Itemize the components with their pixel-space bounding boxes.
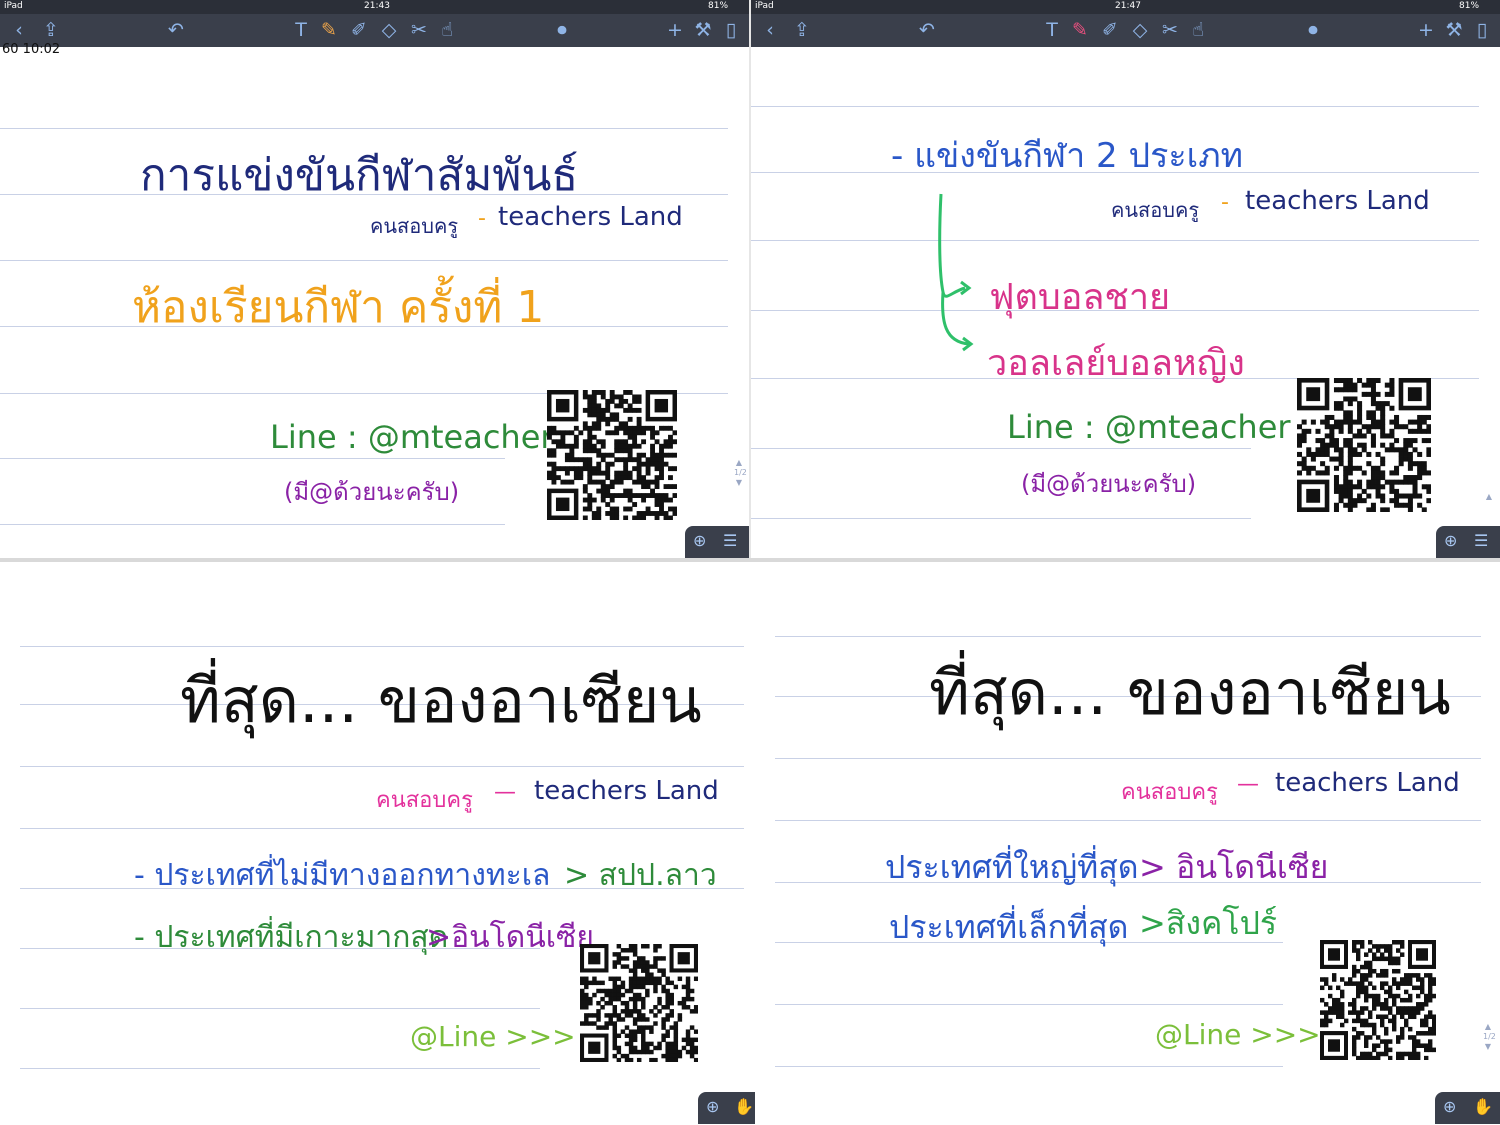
fact-2-answer: >อินโดนีเซีย — [426, 920, 594, 955]
credit-dash: - — [478, 206, 486, 231]
credit-thai: คนสอบครู — [370, 214, 459, 238]
pencil-icon[interactable]: ✎ — [316, 17, 342, 43]
credit-thai: คนสอบครู — [1111, 198, 1200, 222]
qr-code — [547, 390, 677, 520]
eraser-icon[interactable]: ◇ — [376, 17, 402, 43]
hand-icon[interactable]: ✋ — [734, 1097, 754, 1116]
lasso-icon[interactable]: ✂ — [1157, 17, 1183, 43]
undo-icon[interactable]: ↶ — [914, 17, 940, 43]
text-tool-icon[interactable]: T — [1039, 17, 1065, 43]
fact-1-answer: > สปป.ลาว — [564, 858, 717, 893]
text-tool-icon[interactable]: T — [288, 17, 314, 43]
item-1: ฟุตบอลชาย — [989, 277, 1171, 318]
credit-thai: คนสอบครู — [376, 788, 473, 813]
zoom-in-icon[interactable]: ⊕ — [706, 1097, 719, 1116]
page-indicator[interactable]: ▲ 1/2 ▼ — [1483, 1022, 1496, 1052]
status-bar: iPad 21:47 81% — [751, 0, 1500, 14]
zoom-hand-button[interactable]: ⊕ ✋ — [698, 1092, 755, 1124]
zoom-in-icon[interactable]: ⊕ — [1444, 531, 1457, 550]
wrench-icon[interactable]: ⚒ — [690, 17, 716, 43]
mic-icon[interactable]: ⏺ — [1300, 17, 1326, 43]
note-panel-4: ที่สุด... ของอาเซียน คนสอบครู — teachers… — [757, 562, 1500, 1125]
pages-icon[interactable]: ▯ — [1469, 17, 1495, 43]
clock: 21:43 — [364, 1, 390, 11]
item-2: วอลเลย์บอลหญิง — [987, 343, 1245, 384]
zoom-in-icon[interactable]: ⊕ — [693, 531, 706, 550]
qr-code — [1320, 940, 1436, 1060]
panel-divider — [749, 0, 751, 558]
fact-2-label: - ประเทศที่มีเกาะมากสุด — [134, 920, 449, 955]
page-title: การแข่งขันกีฬาสัมพันธ์ — [140, 150, 579, 201]
credit-dash: - — [1221, 190, 1229, 215]
status-bar: iPad 21:43 81% — [0, 0, 749, 14]
share-icon[interactable]: ⇪ — [789, 17, 815, 43]
toolbar: ‹ ⇪ ↶ T ✎ ✐ ◇ ✂ ☝ ⏺ + ⚒ ▯ — [751, 14, 1500, 47]
page-title: ที่สุด... ของอาเซียน — [929, 656, 1451, 729]
heading: - แข่งขันกีฬา 2 ประเภท — [891, 136, 1244, 176]
pen-icon[interactable]: ✎ — [1067, 17, 1093, 43]
page-indicator[interactable]: ▲ — [1484, 492, 1494, 502]
page-title: ที่สุด... ของอาเซียน — [180, 664, 702, 737]
undo-icon[interactable]: ↶ — [163, 17, 189, 43]
zoom-hand-button[interactable]: ⊕ ✋ — [1435, 1092, 1500, 1124]
credit-dash: — — [1237, 772, 1259, 797]
shape-icon[interactable]: ☝ — [1185, 17, 1211, 43]
wrench-icon[interactable]: ⚒ — [1441, 17, 1467, 43]
shape-icon[interactable]: ☝ — [434, 17, 460, 43]
note-panel-1: iPad 21:43 81% ‹ ⇪ ↶ T ✎ ✐ ◇ ✂ ☝ ⏺ + ⚒ ▯… — [0, 0, 749, 558]
back-icon[interactable]: ‹ — [6, 17, 32, 43]
back-icon[interactable]: ‹ — [757, 17, 783, 43]
branch-arrow — [938, 193, 974, 352]
highlighter-icon[interactable]: ✐ — [1097, 17, 1123, 43]
pages-icon[interactable]: ▯ — [718, 17, 744, 43]
clock: 21:47 — [1115, 1, 1141, 11]
page-indicator[interactable]: ▲ 1/2 ▼ — [734, 458, 747, 488]
add-icon[interactable]: + — [1413, 17, 1439, 43]
device-label: iPad — [755, 1, 774, 11]
note-panel-3: ที่สุด... ของอาเซียน คนสอบครู — teachers… — [0, 562, 755, 1125]
line-id: Line : @mteacher — [270, 418, 554, 456]
share-icon[interactable]: ⇪ — [38, 17, 64, 43]
eraser-icon[interactable]: ◇ — [1127, 17, 1153, 43]
menu-icon[interactable]: ☰ — [1474, 531, 1488, 550]
hand-icon[interactable]: ✋ — [1473, 1097, 1493, 1116]
line-note: (มี@ด้วยนะครับ) — [1021, 470, 1197, 498]
note-panel-2: iPad 21:47 81% ‹ ⇪ ↶ T ✎ ✐ ◇ ✂ ☝ ⏺ + ⚒ ▯… — [751, 0, 1500, 558]
fact-1-label: ประเทศที่ใหญ่ที่สุด — [885, 848, 1139, 886]
add-icon[interactable]: + — [662, 17, 688, 43]
corner-date: 60 10:02 — [2, 42, 61, 57]
credit-en: teachers Land — [1245, 186, 1430, 216]
qr-code — [580, 944, 698, 1062]
credit-en: teachers Land — [498, 202, 683, 232]
battery-level: 81% — [1459, 1, 1480, 11]
fact-1-label: - ประเทศที่ไม่มีทางออกทางทะเล — [134, 858, 551, 893]
credit-en: teachers Land — [1275, 768, 1460, 798]
device-label: iPad — [4, 1, 23, 11]
credit-dash: — — [494, 780, 516, 805]
menu-icon[interactable]: ☰ — [723, 531, 737, 550]
fact-2-answer: >สิงคโปร์ — [1139, 904, 1278, 942]
credit-en: teachers Land — [534, 776, 719, 806]
line-id: Line : @mteacher — [1007, 408, 1291, 446]
toolbar: ‹ ⇪ ↶ T ✎ ✐ ◇ ✂ ☝ ⏺ + ⚒ ▯ — [0, 14, 749, 47]
fact-2-label: ประเทศที่เล็กที่สุด — [889, 908, 1129, 946]
line-note: (มี@ด้วยนะครับ) — [284, 478, 460, 506]
qr-code — [1297, 378, 1431, 512]
zoom-menu-button[interactable]: ⊕ ☰ — [685, 526, 749, 558]
lasso-icon[interactable]: ✂ — [406, 17, 432, 43]
battery-level: 81% — [708, 1, 729, 11]
mic-icon[interactable]: ⏺ — [549, 17, 575, 43]
subtitle: ห้องเรียนกีฬา ครั้งที่ 1 — [132, 282, 545, 333]
zoom-in-icon[interactable]: ⊕ — [1443, 1097, 1456, 1116]
highlighter-icon[interactable]: ✐ — [346, 17, 372, 43]
line-tag: @Line >>> — [410, 1020, 576, 1053]
zoom-menu-button[interactable]: ⊕ ☰ — [1436, 526, 1500, 558]
credit-thai: คนสอบครู — [1121, 780, 1218, 805]
line-tag: @Line >>> — [1155, 1018, 1321, 1051]
fact-1-answer: > อินโดนีเซีย — [1139, 848, 1329, 886]
